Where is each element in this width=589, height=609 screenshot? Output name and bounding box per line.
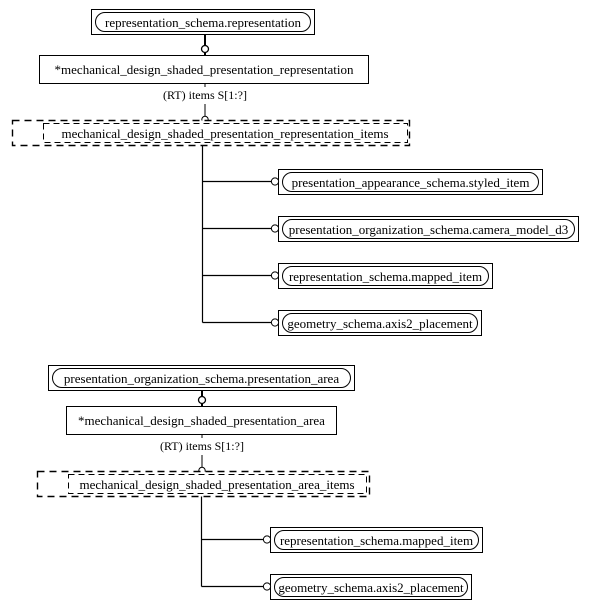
node-mechanical-design-shaded-presentation-area[interactable]	[66, 406, 337, 435]
node-inner-rounded-rect	[282, 266, 489, 286]
connector-circle-camera-model-d3	[270, 224, 280, 233]
node-geometry-schema-axis2-placement-bottom[interactable]	[270, 574, 472, 600]
node-inner-rounded-rect	[274, 577, 468, 597]
express-g-diagram: representation_schema.representation *me…	[0, 0, 589, 609]
label-items-rt-top: (RT) items S[1:?]	[163, 88, 247, 102]
node-representation-schema-representation[interactable]	[91, 9, 315, 35]
node-mechanical-design-shaded-presentation-area-items[interactable]	[36, 470, 371, 498]
label-items-rt-bottom: (RT) items S[1:?]	[160, 439, 244, 453]
node-representation-schema-mapped-item-top[interactable]	[278, 263, 493, 289]
node-geometry-schema-axis2-placement-top[interactable]	[278, 310, 482, 336]
node-presentation-organization-schema-camera-model-d3[interactable]	[278, 216, 579, 242]
supertype-circle-bottom	[197, 395, 207, 405]
node-presentation-organization-schema-presentation-area[interactable]	[48, 365, 355, 391]
select-inner-dashed-rect	[43, 123, 408, 143]
connector-circle-mapped-item-top	[270, 271, 280, 280]
connector-circle-styled-item	[270, 177, 280, 186]
node-inner-rounded-rect	[282, 313, 478, 333]
connector-circle-mapped-item-bottom	[262, 535, 272, 544]
connector-circle-axis2-placement-top	[270, 318, 280, 327]
node-mechanical-design-shaded-presentation-representation[interactable]	[39, 55, 369, 84]
node-inner-rounded-rect	[282, 172, 539, 192]
node-mechanical-design-shaded-presentation-representation-items[interactable]	[11, 119, 411, 147]
node-inner-rounded-rect	[282, 219, 575, 239]
node-inner-rounded-rect	[274, 530, 479, 550]
node-inner-rounded-rect	[52, 368, 351, 388]
node-representation-schema-mapped-item-bottom[interactable]	[270, 527, 483, 553]
supertype-circle-top	[200, 44, 210, 54]
connector-circle-axis2-placement-bottom	[262, 582, 272, 591]
diagram-canvas	[11, 9, 579, 600]
select-inner-dashed-rect	[68, 474, 367, 494]
node-inner-rounded-rect	[95, 12, 311, 32]
node-presentation-appearance-schema-styled-item[interactable]	[278, 169, 543, 195]
